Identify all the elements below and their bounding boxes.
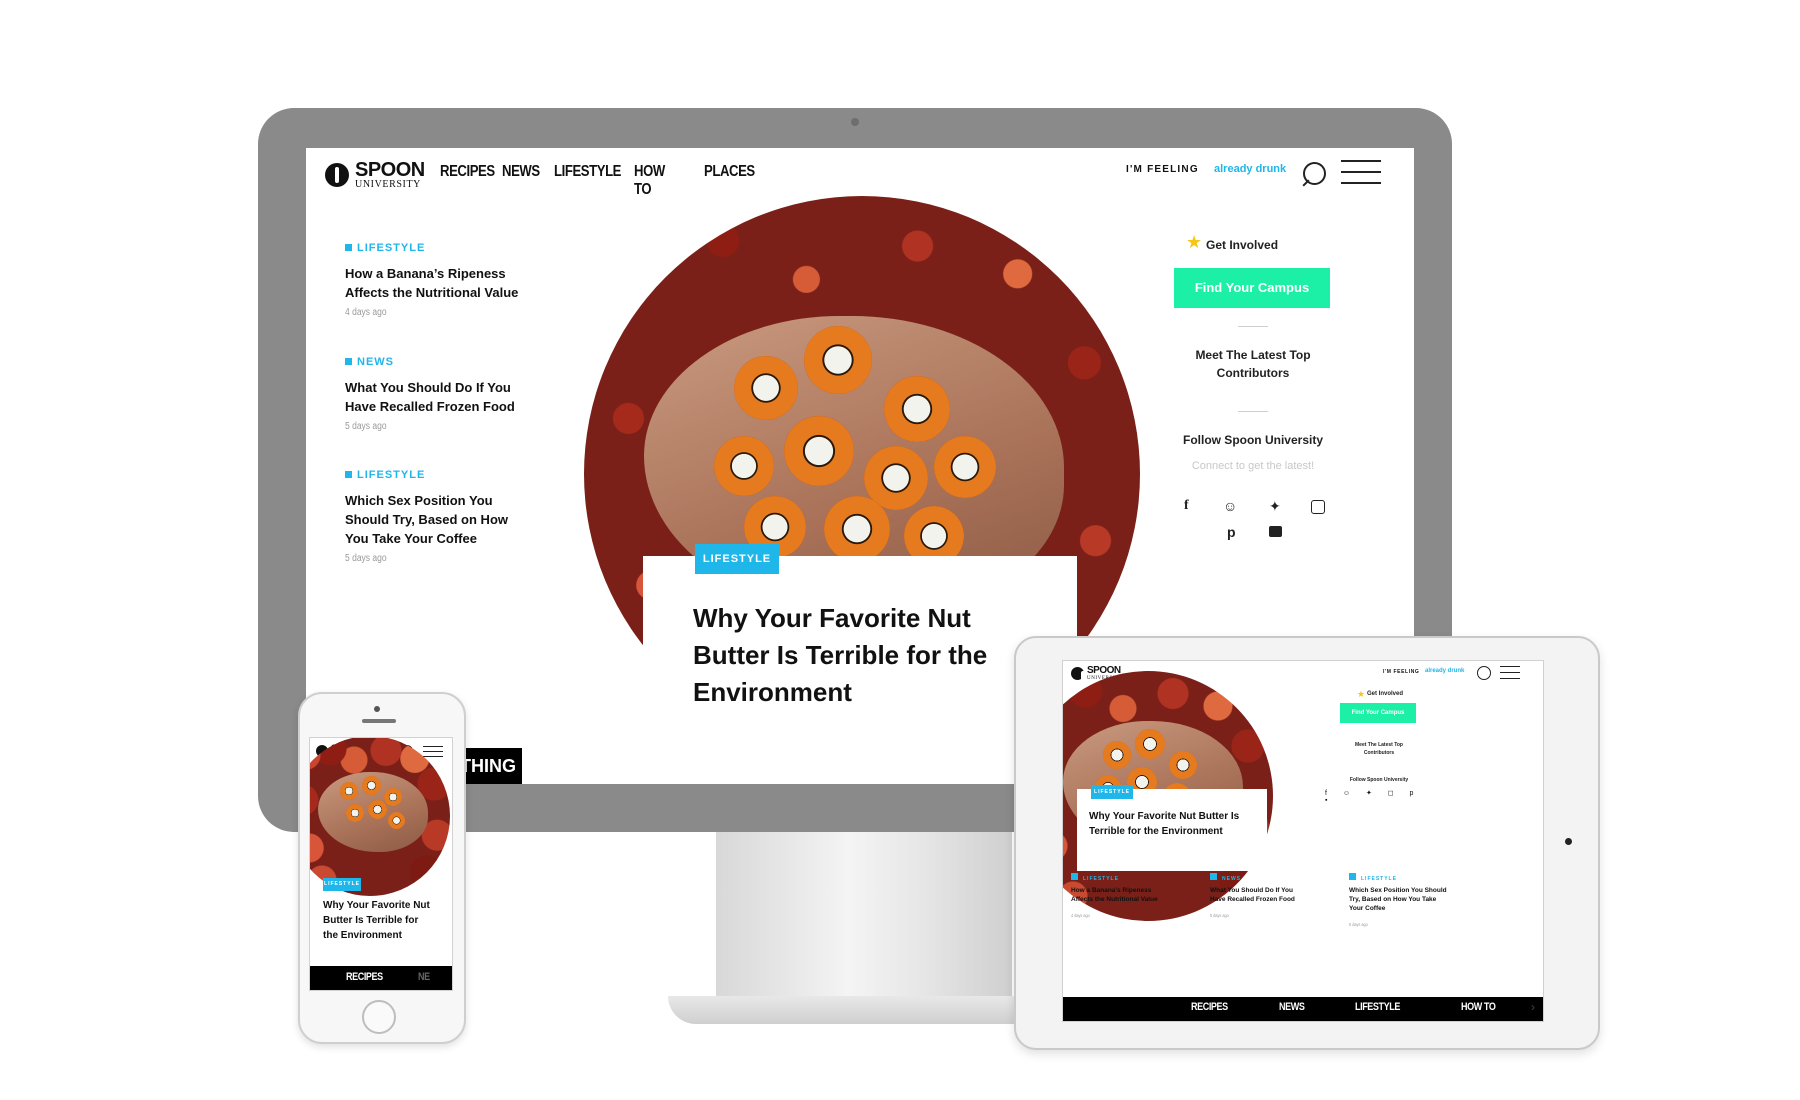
get-involved-label: Get Involved [1367,691,1404,697]
menu-icon[interactable] [1341,160,1381,186]
search-icon[interactable] [1477,666,1491,680]
story-title[interactable]: How a Banana’s Ripeness Affects the Nutr… [345,264,525,302]
twitter-icon[interactable]: ✦ [1269,498,1281,515]
divider [1238,326,1268,327]
tablet-bottom-nav: RECIPES NEWS LIFESTYLE HOW TO › [1063,997,1543,1021]
snapchat-icon[interactable]: ☺ [1223,498,1237,514]
nav-news[interactable]: NE [418,971,430,983]
nav-lifestyle[interactable]: LIFESTYLE [1355,1001,1400,1013]
list-item[interactable]: LIFESTYLE How a Banana’s Ripeness Affect… [1071,873,1191,922]
follow-label: Follow Spoon University [1349,777,1409,783]
story-title[interactable]: Which Sex Position You Should Try, Based… [345,491,515,548]
hero-tag[interactable]: LIFESTYLE [695,544,779,574]
spoon-logo-icon [325,163,349,187]
hero-title[interactable]: Why Your Favorite Nut Butter Is Terrible… [323,898,431,943]
get-involved-label: Get Involved [1206,238,1279,252]
nav-how-to[interactable]: HOW TO [634,163,665,199]
facebook-icon[interactable]: f [1184,498,1189,514]
hero-image[interactable] [310,738,450,896]
pinterest-icon[interactable]: p [1227,524,1236,540]
category-label: LIFESTYLE [345,469,515,481]
feeling-value[interactable]: already drunk [1214,163,1286,175]
story-title[interactable]: What You Should Do If You Have Recalled … [1210,886,1306,904]
hero-card[interactable]: LIFESTYLE Why Your Favorite Nut Butter I… [643,544,1077,784]
instagram-icon[interactable] [1311,500,1325,514]
hero-card[interactable]: LIFESTYLE Why Your Favorite Nut Butter I… [1077,785,1267,871]
category-label: LIFESTYLE [345,242,525,254]
nav-places[interactable]: PLACES [704,163,755,181]
nav-how-to[interactable]: HOW TO [1461,1001,1496,1013]
home-button[interactable] [362,1000,396,1034]
story-title[interactable]: Which Sex Position You Should Try, Based… [1349,886,1449,913]
story-time: 5 days ago [1349,922,1368,927]
list-item[interactable]: NEWS What You Should Do If You Have Reca… [1210,873,1330,922]
category-label: LIFESTYLE [1349,873,1469,882]
nav-lifestyle[interactable]: LIFESTYLE [554,163,621,181]
imac-stand-base [668,996,1060,1024]
connect-text: Connect to get the latest! [1191,460,1315,472]
story-time: 5 days ago [1210,913,1229,918]
category-label: NEWS [1210,873,1330,882]
story-title[interactable]: What You Should Do If You Have Recalled … [345,378,525,416]
spoon-logo-icon [1071,667,1085,687]
chevron-right-icon[interactable]: › [1531,1000,1535,1014]
find-campus-button[interactable]: Find Your Campus [1340,703,1416,723]
social-icons[interactable]: f ☺ ✦ ◻ p ▪ [1325,789,1437,804]
nav-news[interactable]: NEWS [502,163,540,181]
list-item[interactable]: LIFESTYLE Which Sex Position You Should … [1349,873,1469,931]
list-item[interactable]: NEWS What You Should Do If You Have Reca… [345,356,525,434]
category-label: LIFESTYLE [1071,873,1191,882]
top-contributors-link[interactable]: Meet The Latest Top Contributors [1176,346,1330,382]
menu-icon[interactable] [1500,666,1520,680]
camera-icon [851,118,859,126]
speaker-grill [362,719,396,723]
phone-bottom-nav: RECIPES NE [310,966,452,990]
star-icon: ★ [1357,689,1366,699]
top-contributors-link[interactable]: Meet The Latest Top Contributors [1341,741,1417,757]
imac-stand [716,832,1012,1002]
feeling-value[interactable]: already drunk [1425,668,1464,674]
find-campus-button[interactable]: Find Your Campus [1174,268,1330,308]
hero-tag[interactable]: LIFESTYLE [1091,785,1133,799]
story-time: 4 days ago [1071,913,1090,918]
feeling-label: I'M FEELING [1126,164,1199,175]
feeling-label: I'M FEELING [1383,669,1420,675]
phone-screen: SPOON UNIVERSITY LIFESTYLE Why Your Favo… [309,737,453,991]
nav-news[interactable]: NEWS [1279,1001,1305,1013]
hero-tag[interactable]: LIFESTYLE [323,878,361,891]
divider [1238,411,1268,412]
category-label: NEWS [345,356,525,368]
logo-subtext: UNIVERSITY [355,179,421,190]
nav-recipes[interactable]: RECIPES [1191,1001,1228,1013]
hero-title[interactable]: Why Your Favorite Nut Butter Is Terrible… [693,600,1013,711]
camera-icon [374,706,380,712]
follow-label: Follow Spoon University [1182,433,1323,447]
tablet-screen: SPOON UNIVERSITY I'M FEELING already dru… [1062,660,1544,1022]
star-icon: ★ [1186,232,1203,252]
nav-recipes[interactable]: RECIPES [346,971,383,983]
camera-icon [1565,838,1572,845]
list-item[interactable]: LIFESTYLE How a Banana’s Ripeness Affect… [345,242,525,320]
search-icon[interactable] [1301,162,1326,187]
story-time: 5 days ago [345,421,387,432]
nav-recipes[interactable]: RECIPES [440,163,495,181]
story-title[interactable]: How a Banana’s Ripeness Affects the Nutr… [1071,886,1163,904]
logo-text: SPOON [355,159,425,181]
story-time: 4 days ago [345,307,387,318]
youtube-icon[interactable] [1269,526,1282,537]
hero-title[interactable]: Why Your Favorite Nut Butter Is Terrible… [1089,809,1259,839]
list-item[interactable]: LIFESTYLE Which Sex Position You Should … [345,469,515,566]
menu-icon[interactable] [423,746,443,758]
logo[interactable]: SPOON UNIVERSITY [325,160,425,190]
story-time: 5 days ago [345,553,387,564]
